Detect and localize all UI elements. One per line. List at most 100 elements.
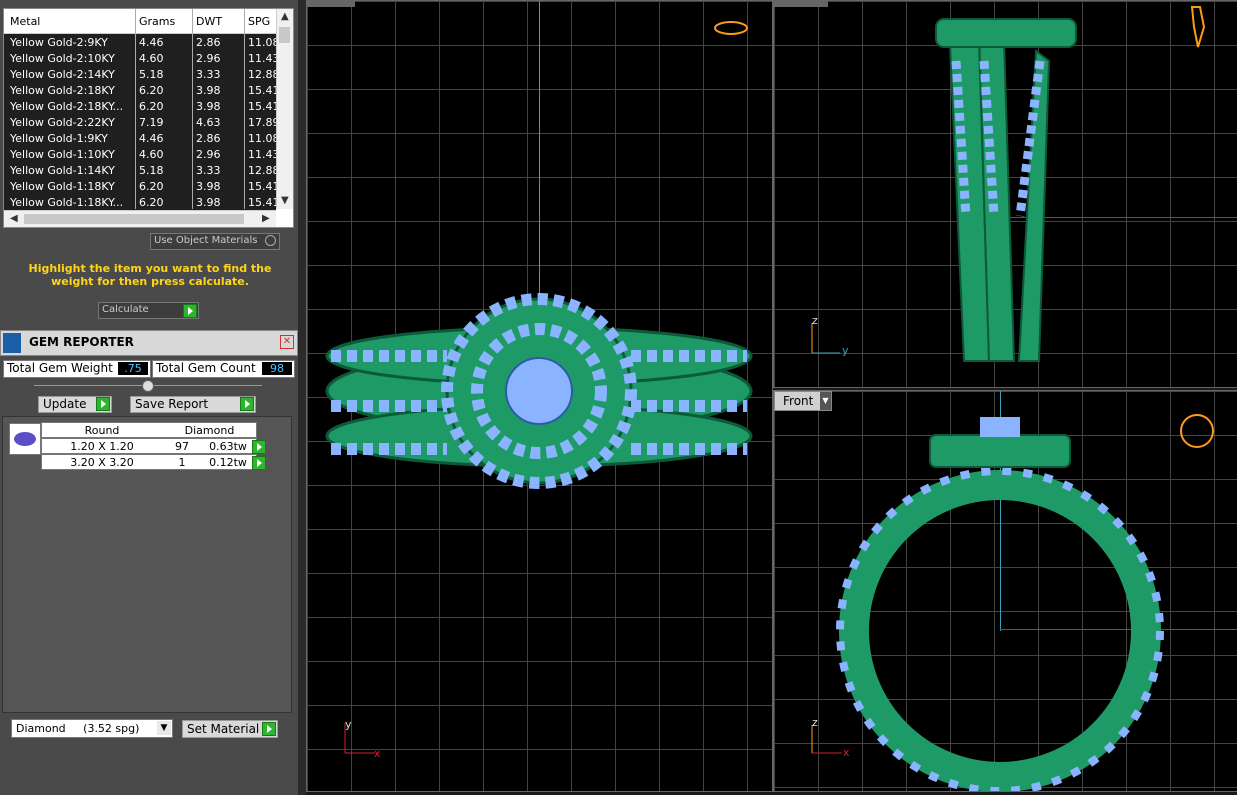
total-gem-count-label: Total Gem Count [156,361,256,375]
update-label: Update [43,397,87,411]
spg-value: 15.41 [248,196,276,209]
front-viewport[interactable]: Front ▼ z x [773,390,1237,792]
axis-y-label: y [842,344,849,357]
spg-value: 15.41 [248,180,276,193]
table-row[interactable]: Yellow Gold-1:18KY... 6.20 3.98 15.41 [4,194,276,211]
gem-list-area: Round Diamond 1.20 X 1.20 97 0.63tw 3.20… [2,416,292,713]
gem-reporter-icon [3,333,21,353]
dwt-value: 3.98 [196,180,221,193]
go-arrow-icon [240,397,254,411]
total-gem-weight-value: .75 [118,362,148,375]
scroll-up-icon[interactable]: ▲ [281,11,289,22]
axis-z-label: z [812,716,818,729]
col-divider [135,9,136,209]
material-header: Diamond [184,424,235,437]
ring-side-render [811,6,1206,362]
go-arrow-icon [262,722,276,736]
dwt-value: 2.96 [196,52,221,65]
save-report-label: Save Report [135,397,209,411]
header-dwt[interactable]: DWT [196,15,241,28]
panel-separator[interactable] [298,0,306,795]
grams-value: 4.46 [139,36,164,49]
save-report-button[interactable]: Save Report [130,396,256,413]
total-gem-count-field: Total Gem Count 98 [152,360,295,378]
scroll-thumb[interactable] [279,27,290,43]
dwt-value: 3.98 [196,196,221,209]
grams-value: 4.60 [139,148,164,161]
center-stone [505,357,573,425]
table-row[interactable]: Yellow Gold-2:22KY 7.19 4.63 17.89 [4,114,276,131]
table-row[interactable]: Yellow Gold-1:14KY 5.18 3.33 12.88 [4,162,276,179]
grams-value: 7.19 [139,116,164,129]
metal-name: Yellow Gold-1:10KY [10,148,115,161]
material-select[interactable]: Diamond (3.52 spg) ▼ [11,719,173,738]
go-arrow-icon [183,304,197,318]
top-viewport[interactable]: y x [306,0,773,792]
side-viewport[interactable]: z y [773,0,1237,388]
ring-front-render [811,414,1214,791]
chevron-down-icon[interactable]: ▼ [157,721,171,735]
metal-weight-table: Metal Grams DWT SPG Yellow Gold-2:9KY 4.4… [3,8,294,228]
grams-value: 4.60 [139,52,164,65]
gem-row[interactable]: 3.20 X 3.20 1 0.12tw [41,454,257,470]
table-row[interactable]: Yellow Gold-1:9KY 4.46 2.86 11.08 [4,130,276,147]
orientation-ring-icon [1190,6,1206,48]
grams-value: 6.20 [139,100,164,113]
head-shape [929,434,1071,468]
axis-y-label: y [345,718,352,731]
dwt-value: 3.98 [196,84,221,97]
header-spg[interactable]: SPG [248,15,276,28]
set-material-button[interactable]: Set Material [182,720,278,738]
metal-name: Yellow Gold-1:9KY [10,132,108,145]
dwt-value: 3.33 [196,68,221,81]
header-grams[interactable]: Grams [139,15,189,28]
update-button[interactable]: Update [38,396,112,413]
header-metal[interactable]: Metal [10,15,132,28]
spg-value: 15.41 [248,100,276,113]
dwt-value: 2.86 [196,36,221,49]
slider-handle[interactable] [142,380,154,392]
calculate-button[interactable]: Calculate [98,302,199,319]
total-gem-weight-field: Total Gem Weight .75 [3,360,151,378]
gem-table-header: Round Diamond [41,422,257,438]
dwt-value: 3.98 [196,100,221,113]
metal-name: Yellow Gold-2:9KY [10,36,108,49]
scroll-down-icon[interactable]: ▼ [281,195,289,206]
spg-value: 17.89 [248,116,276,129]
gem-row[interactable]: 1.20 X 1.20 97 0.63tw [41,438,257,454]
center-stone [980,417,1020,437]
orientation-ring-icon [714,21,748,35]
col-divider [192,9,193,209]
grams-value: 4.46 [139,132,164,145]
use-object-materials-toggle[interactable]: Use Object Materials [150,233,280,250]
grams-value: 6.20 [139,196,164,209]
scroll-thumb[interactable] [24,214,244,224]
axis-x-label: x [374,747,381,760]
metal-name: Yellow Gold-2:22KY [10,116,115,129]
dwt-value: 4.63 [196,116,221,129]
metal-name: Yellow Gold-1:18KY [10,180,115,193]
vertical-scrollbar[interactable]: ▲ ▼ [276,9,293,209]
calculate-label: Calculate [102,304,149,315]
gem-thumbnail[interactable] [9,423,41,455]
table-row[interactable]: Yellow Gold-2:18KY 6.20 3.98 15.41 [4,82,276,99]
left-panel: Metal Grams DWT SPG Yellow Gold-2:9KY 4.4… [0,0,298,795]
select-gem-icon[interactable] [252,440,266,454]
scroll-right-icon[interactable]: ▶ [262,213,270,224]
gem-reporter-title: GEM REPORTER [29,335,134,349]
table-row[interactable]: Yellow Gold-2:14KY 5.18 3.33 12.88 [4,66,276,83]
orientation-ring-icon [1180,414,1214,448]
spg-value: 11.43 [248,52,276,65]
table-row[interactable]: Yellow Gold-2:10KY 4.60 2.96 11.43 [4,50,276,67]
table-row[interactable]: Yellow Gold-1:10KY 4.60 2.96 11.43 [4,146,276,163]
close-icon[interactable]: ✕ [280,335,294,349]
go-arrow-icon [96,397,110,411]
select-gem-icon[interactable] [252,456,266,470]
table-row[interactable]: Yellow Gold-1:18KY 6.20 3.98 15.41 [4,178,276,195]
table-row[interactable]: Yellow Gold-2:18KY... 6.20 3.98 15.41 [4,98,276,115]
use-object-materials-label: Use Object Materials [154,235,258,246]
scroll-left-icon[interactable]: ◀ [10,213,18,224]
horizontal-scrollbar[interactable]: ◀ ▶ [4,210,276,227]
table-row[interactable]: Yellow Gold-2:9KY 4.46 2.86 11.08 [4,34,276,51]
spg-value: 11.08 [248,36,276,49]
